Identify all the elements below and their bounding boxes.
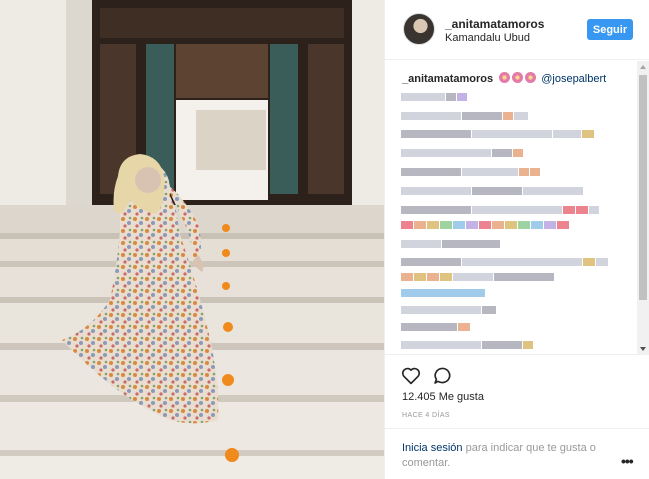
blurred-comment	[401, 304, 496, 315]
header-username[interactable]: _anitamatamoros	[445, 17, 544, 31]
blurred-comment	[401, 147, 523, 158]
flower-emoji-icon	[512, 72, 524, 83]
post-photo[interactable]	[0, 0, 384, 479]
blurred-comment	[401, 321, 470, 332]
header-location[interactable]: Kamandalu Ubud	[445, 32, 530, 44]
blurred-comment	[401, 339, 533, 350]
scroll-up-icon[interactable]	[640, 65, 646, 69]
caption-mention[interactable]: @josepalbert	[541, 73, 606, 85]
blurred-comment	[401, 219, 569, 230]
scroll-down-icon[interactable]	[640, 347, 646, 351]
post-actions	[401, 366, 453, 386]
post-timestamp[interactable]: HACE 4 DÍAS	[402, 412, 450, 419]
blurred-comment	[401, 238, 500, 249]
blurred-comment	[401, 185, 583, 196]
flower-emoji-icon	[499, 72, 511, 83]
blurred-comment	[401, 110, 528, 121]
blurred-comment	[401, 166, 540, 177]
login-link[interactable]: Inicia sesión	[402, 442, 463, 454]
blurred-comment	[401, 271, 554, 282]
heart-outline-icon[interactable]	[401, 366, 421, 386]
comments-list: _anitamatamoros @josepalbert	[385, 61, 649, 355]
post-header: _anitamatamoros Kamandalu Ubud Seguir	[385, 0, 649, 60]
caption-username[interactable]: _anitamatamoros	[402, 73, 493, 85]
flower-emoji-icon	[525, 72, 537, 83]
blurred-comment	[401, 287, 485, 298]
login-prompt: Inicia sesión para indicar que te gusta …	[385, 428, 649, 479]
photo-image	[0, 0, 384, 479]
likes-count[interactable]: 12.405 Me gusta	[402, 391, 484, 403]
comments-scrollbar[interactable]	[637, 61, 649, 355]
caption: _anitamatamoros @josepalbert	[402, 72, 606, 85]
post-side-panel: _anitamatamoros Kamandalu Ubud Seguir _a…	[384, 0, 649, 479]
follow-button[interactable]: Seguir	[587, 19, 633, 40]
blurred-comment	[401, 256, 608, 267]
blurred-comment	[401, 128, 594, 139]
speech-bubble-icon[interactable]	[433, 366, 453, 386]
login-text: Inicia sesión para indicar que te gusta …	[402, 441, 612, 471]
blurred-comment	[401, 204, 599, 215]
scrollbar-thumb[interactable]	[639, 75, 647, 300]
avatar[interactable]	[403, 13, 435, 45]
blurred-comment	[401, 91, 467, 102]
ellipsis-icon[interactable]: •••	[621, 453, 634, 469]
